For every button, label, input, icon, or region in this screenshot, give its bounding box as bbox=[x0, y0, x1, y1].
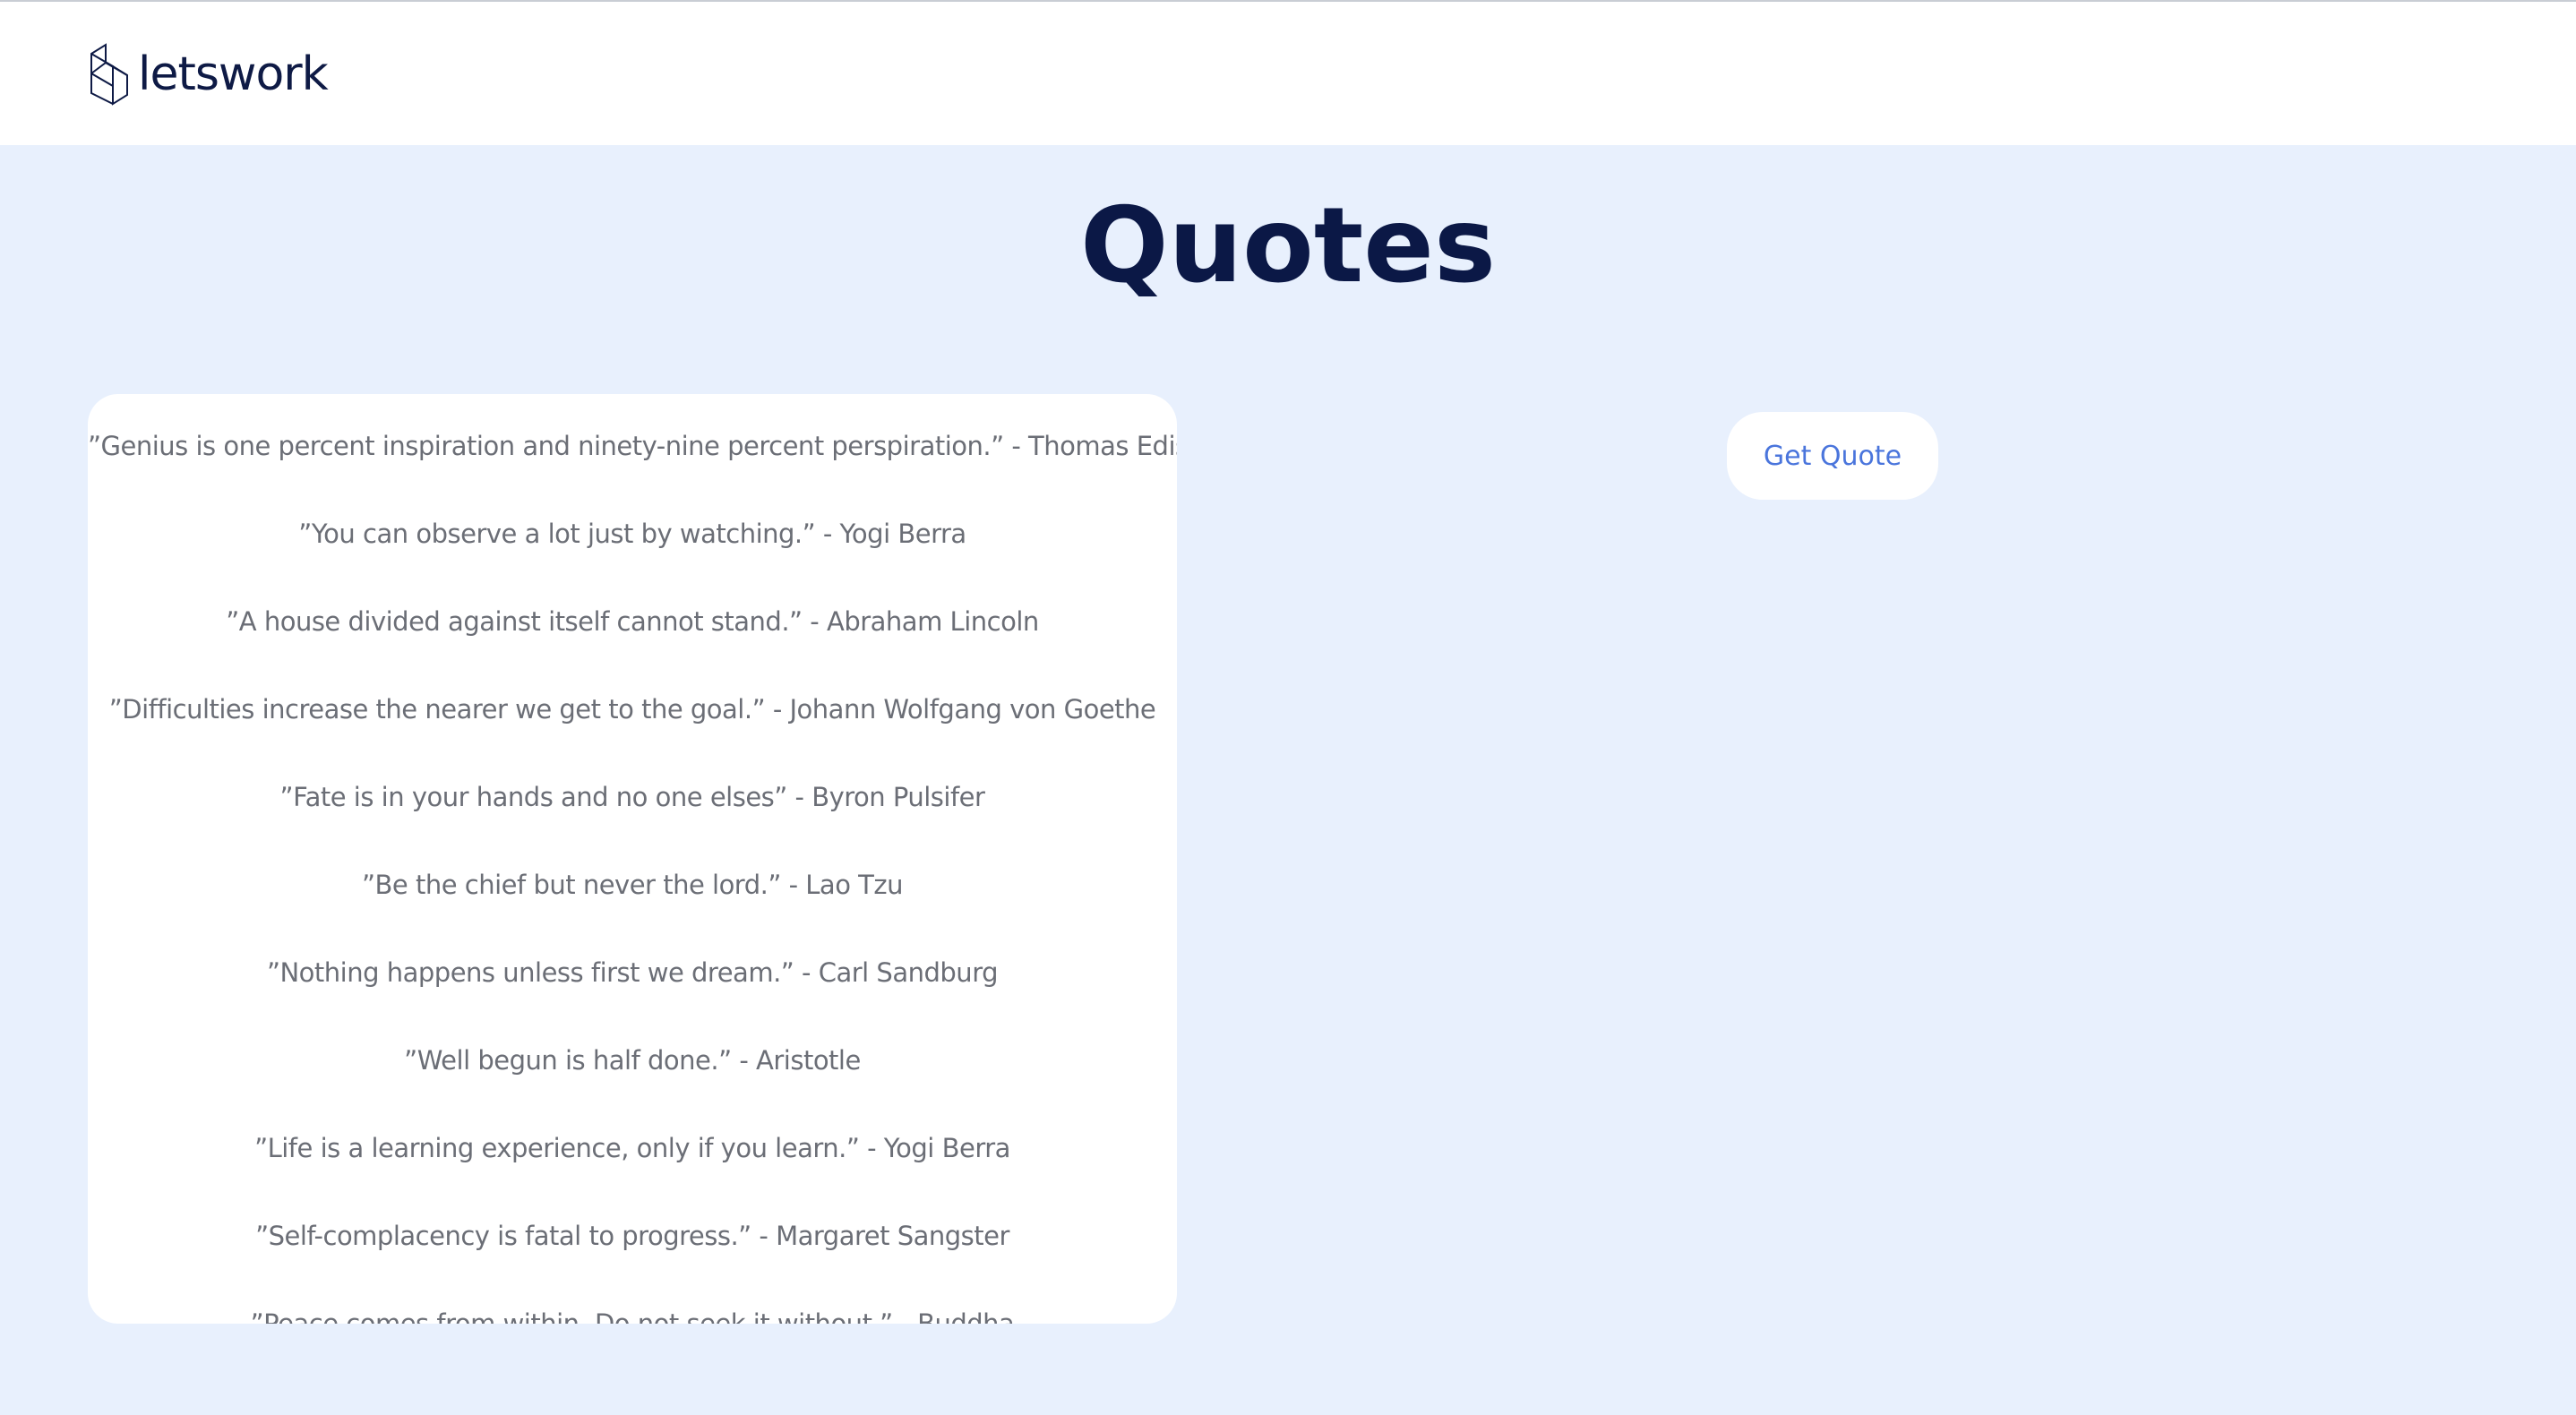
quote-item: ”Difficulties increase the nearer we get… bbox=[108, 694, 1156, 725]
quote-item: ”A house divided against itself cannot s… bbox=[226, 606, 1039, 637]
quote-item: ”Fate is in your hands and no one elses”… bbox=[279, 782, 985, 812]
get-quote-button[interactable]: Get Quote bbox=[1727, 412, 1938, 500]
page-title: Quotes bbox=[1079, 185, 1497, 306]
top-header: letswork bbox=[0, 0, 2576, 145]
letswork-logo[interactable]: letswork bbox=[88, 41, 329, 107]
quote-item: ”Peace comes from within. Do not seek it… bbox=[250, 1308, 1015, 1324]
cube-outline-icon bbox=[90, 43, 128, 106]
quote-item: ”You can observe a lot just by watching.… bbox=[298, 519, 966, 549]
quote-item: ”Self-complacency is fatal to progress.”… bbox=[255, 1221, 1009, 1251]
quote-item: ”Well begun is half done.” - Aristotle bbox=[404, 1045, 861, 1076]
quotes-list: ”Genius is one percent inspiration and n… bbox=[88, 394, 1177, 1324]
quote-item: ”Life is a learning experience, only if … bbox=[254, 1133, 1010, 1163]
quote-item: ”Be the chief but never the lord.” - Lao… bbox=[362, 870, 903, 900]
quotes-card[interactable]: ”Genius is one percent inspiration and n… bbox=[88, 394, 1177, 1324]
quote-item: ”Nothing happens unless first we dream.”… bbox=[266, 957, 999, 988]
quote-item: ”Genius is one percent inspiration and n… bbox=[88, 431, 1177, 461]
logo-text: letswork bbox=[138, 47, 329, 101]
